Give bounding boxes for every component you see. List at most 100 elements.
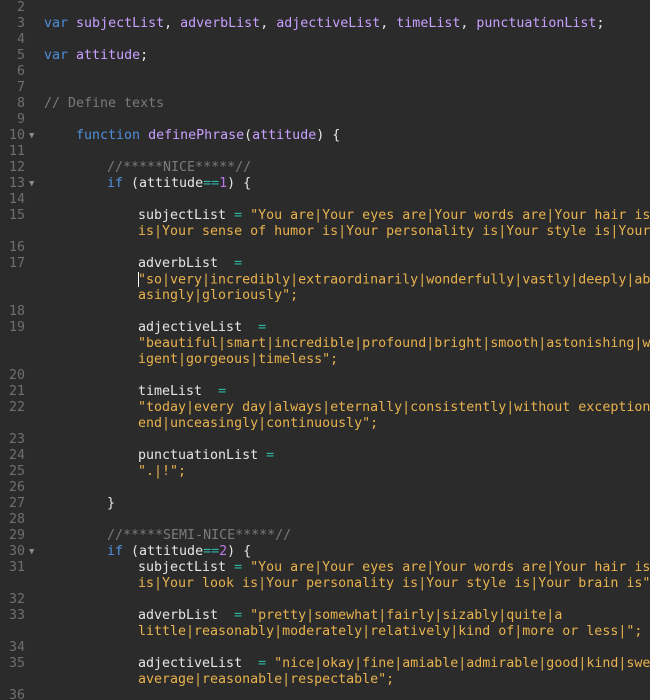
fold-arrow-icon[interactable]: ▼ [29, 544, 34, 560]
line-number: 31 [8, 560, 25, 575]
token: is|Your sense of humor is|Your personali… [138, 224, 650, 239]
code-line-wrap[interactable]: "so|very|incredibly|extraordinarily|wond… [0, 272, 650, 288]
line-number: 9 [16, 112, 25, 127]
code-line-7[interactable]: 7 [0, 80, 650, 96]
code-line-18[interactable]: 18 [0, 304, 650, 320]
line-number: 4 [16, 32, 25, 47]
line-number: 36 [8, 688, 25, 700]
code-line-25[interactable]: 25 ".|!"; [0, 464, 650, 480]
token: if [107, 176, 124, 191]
token: 1 [219, 176, 228, 191]
token: adverbList [180, 16, 261, 31]
token: punctuationList [476, 16, 597, 31]
code-line-12[interactable]: 12 //*****NICE*****// [0, 160, 650, 176]
code-text: if (attitude==2) { [107, 544, 251, 560]
code-text: punctuationList = [138, 448, 274, 464]
line-number: 6 [16, 64, 25, 79]
code-line-3[interactable]: 3 var subjectList, adverbList, adjectiveL… [0, 16, 650, 32]
code-line-17[interactable]: 17 adverbList = [0, 256, 650, 272]
token: "today|every day|always|eternally|consis… [138, 400, 650, 415]
code-line-wrap[interactable]: is|Your sense of humor is|Your personali… [0, 224, 650, 240]
code-line-wrap[interactable]: end|unceasingly|continuously"; [0, 416, 650, 432]
token: subjectList [138, 560, 227, 575]
code-line-27[interactable]: 27} [0, 496, 650, 512]
code-line-wrap[interactable]: "beautiful|smart|incredible|profound|bri… [0, 336, 650, 352]
code-text: if (attitude==1) { [107, 176, 251, 192]
code-line-wrap[interactable]: igent|gorgeous|timeless"; [0, 352, 650, 368]
token: adverbList [138, 256, 219, 271]
code-line-22[interactable]: 22 "today|every day|always|eternally|cons… [0, 400, 650, 416]
code-line-20[interactable]: 20 [0, 368, 650, 384]
line-number: 21 [8, 384, 25, 399]
token: adjectiveList [138, 656, 243, 671]
code-line-21[interactable]: 21 timeList = [0, 384, 650, 400]
code-text: ".|!"; [138, 464, 186, 480]
line-number: 14 [8, 192, 25, 207]
code-line-wrap[interactable]: asingly|gloriously"; [0, 288, 650, 304]
line-number: 33 [8, 608, 25, 623]
line-number: 2 [16, 0, 25, 15]
token: little|reasonably|moderately|relatively|… [138, 624, 643, 639]
token: = [218, 384, 227, 399]
fold-arrow-icon[interactable]: ▼ [29, 128, 34, 144]
token: ; [140, 48, 149, 63]
code-line-31[interactable]: 31 subjectList = "You are|Your eyes are|Y… [0, 560, 650, 576]
code-line-wrap[interactable]: average|reasonable|respectable"; [0, 672, 650, 688]
code-line-wrap[interactable]: is|Your look is|Your personality is|Your… [0, 576, 650, 592]
code-line-19[interactable]: 19 adjectiveList = [0, 320, 650, 336]
code-line-11[interactable]: 11 [0, 144, 650, 160]
code-text: var attitude; [44, 48, 148, 64]
code-line-32[interactable]: 32 [0, 592, 650, 608]
line-number: 24 [8, 448, 25, 463]
code-text: // Define texts [44, 96, 164, 112]
code-line-9[interactable]: 9 [0, 112, 650, 128]
code-line-16[interactable]: 16 [0, 240, 650, 256]
code-line-14[interactable]: 14 [0, 192, 650, 208]
code-line-36[interactable]: 36 [0, 688, 650, 700]
token: = [258, 656, 267, 671]
code-line-wrap[interactable]: little|reasonably|moderately|relatively|… [0, 624, 650, 640]
token: "You are|Your eyes are|Your words are|Yo… [250, 208, 650, 223]
code-line-35[interactable]: 35 adjectiveList = "nice|okay|fine|amiabl… [0, 656, 650, 672]
code-line-24[interactable]: 24 punctuationList = [0, 448, 650, 464]
code-line-15[interactable]: 15 subjectList = "You are|Your eyes are|Y… [0, 208, 650, 224]
fold-arrow-icon[interactable]: ▼ [29, 176, 34, 192]
token: (attitude [123, 176, 204, 191]
token: attitude [76, 48, 141, 63]
code-line-13[interactable]: 13 ▼ if (attitude==1) { [0, 176, 650, 192]
code-line-29[interactable]: 29 //*****SEMI-NICE*****// [0, 528, 650, 544]
token: igent|gorgeous|timeless"; [138, 352, 339, 367]
code-line-33[interactable]: 33 adverbList = "pretty|somewhat|fairly|s… [0, 608, 650, 624]
code-text: is|Your look is|Your personality is|Your… [138, 576, 650, 592]
token: , [164, 16, 181, 31]
token: == [203, 176, 220, 191]
line-number: 17 [8, 256, 25, 271]
code-line-23[interactable]: 23 [0, 432, 650, 448]
code-line-34[interactable]: 34 [0, 640, 650, 656]
token: ( [244, 128, 253, 143]
code-line-5[interactable]: 5 var attitude; [0, 48, 650, 64]
code-text: "so|very|incredibly|extraordinarily|wond… [138, 272, 650, 289]
code-line-28[interactable]: 28 [0, 512, 650, 528]
token: == [203, 544, 220, 559]
code-line-10[interactable]: 10 ▼ function definePhrase(attitude) { [0, 128, 650, 144]
code-line-6[interactable]: 6 [0, 64, 650, 80]
token: ) { [316, 128, 341, 143]
code-editor[interactable]: 2 3 var subjectList, adverbList, adjective… [0, 0, 650, 700]
code-line-4[interactable]: 4 [0, 32, 650, 48]
code-line-30[interactable]: 30 ▼ if (attitude==2) { [0, 544, 650, 560]
code-line-26[interactable]: 26 [0, 480, 650, 496]
code-line-2[interactable]: 2 [0, 0, 650, 16]
token: "nice|okay|fine|amiable|admirable|good|k… [274, 656, 650, 671]
code-line-8[interactable]: 8 // Define texts [0, 96, 650, 112]
token: = [234, 208, 243, 223]
line-number: 34 [8, 640, 25, 655]
token: 2 [219, 544, 228, 559]
token: //*****NICE*****// [107, 160, 252, 175]
